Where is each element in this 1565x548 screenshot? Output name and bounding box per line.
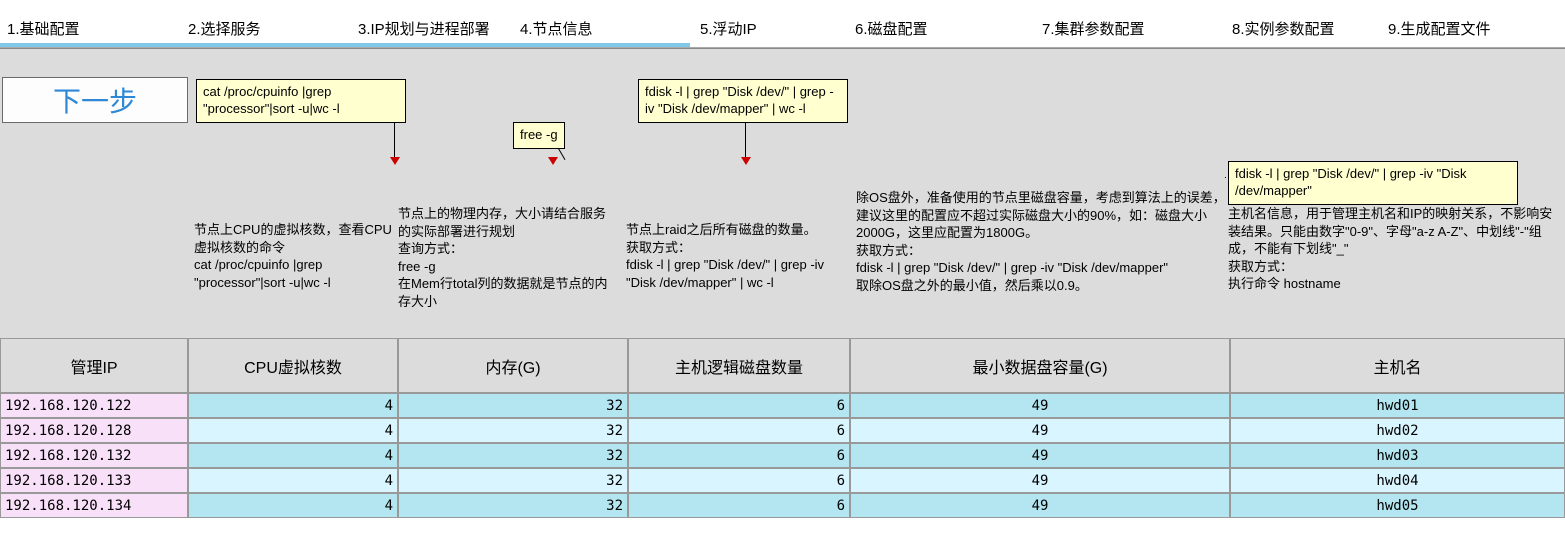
table-row[interactable]: 192.168.120.133 4 32 6 49 hwd04: [0, 468, 1565, 493]
tooltip-cpu-cmd: cat /proc/cpuinfo |grep "processor"|sort…: [196, 79, 406, 123]
tab-4[interactable]: 4.节点信息: [520, 18, 593, 39]
header-cpu: CPU虚拟核数: [188, 338, 398, 393]
cell-cap[interactable]: 49: [850, 493, 1230, 518]
tab-8[interactable]: 8.实例参数配置: [1232, 18, 1335, 39]
cell-host[interactable]: hwd01: [1230, 393, 1565, 418]
tab-3[interactable]: 3.IP规划与进程部署: [358, 18, 490, 39]
table-row[interactable]: 192.168.120.128 4 32 6 49 hwd02: [0, 418, 1565, 443]
table-row[interactable]: 192.168.120.132 4 32 6 49 hwd03: [0, 443, 1565, 468]
tab-5[interactable]: 5.浮动IP: [700, 18, 757, 39]
arrow-stem: [394, 119, 395, 161]
header-ip: 管理IP: [0, 338, 188, 393]
cell-disk[interactable]: 6: [628, 418, 850, 443]
tab-9[interactable]: 9.生成配置文件: [1388, 18, 1491, 39]
tab-2[interactable]: 2.选择服务: [188, 18, 261, 39]
cell-cap[interactable]: 49: [850, 418, 1230, 443]
cell-cpu[interactable]: 4: [188, 493, 398, 518]
desc-cpu: 节点上CPU的虚拟核数，查看CPU虚拟核数的命令 cat /proc/cpuin…: [194, 221, 394, 291]
cell-mem[interactable]: 32: [398, 418, 628, 443]
table-row[interactable]: 192.168.120.134 4 32 6 49 hwd05: [0, 493, 1565, 518]
table-header-row: 管理IP CPU虚拟核数 内存(G) 主机逻辑磁盘数量 最小数据盘容量(G) 主…: [0, 338, 1565, 393]
header-cap: 最小数据盘容量(G): [850, 338, 1230, 393]
arrow-icon: [548, 157, 558, 165]
table-row[interactable]: 192.168.120.122 4 32 6 49 hwd01: [0, 393, 1565, 418]
cell-ip[interactable]: 192.168.120.133: [0, 468, 188, 493]
desc-cap: 除OS盘外，准备使用的节点里磁盘容量，考虑到算法上的误差，建议这里的配置应不超过…: [856, 189, 1228, 294]
cell-disk[interactable]: 6: [628, 393, 850, 418]
cell-cpu[interactable]: 4: [188, 443, 398, 468]
desc-host: 主机名信息，用于管理主机名和IP的映射关系，不影响安装结果。只能由数字"0-9"…: [1228, 205, 1558, 293]
arrow-stem: [1225, 177, 1226, 178]
tooltip-mem-cmd: free -g: [513, 122, 565, 149]
tab-6[interactable]: 6.磁盘配置: [855, 18, 928, 39]
active-tab-underline: [0, 43, 690, 47]
cell-mem[interactable]: 32: [398, 443, 628, 468]
cell-mem[interactable]: 32: [398, 393, 628, 418]
node-table: 管理IP CPU虚拟核数 内存(G) 主机逻辑磁盘数量 最小数据盘容量(G) 主…: [0, 338, 1565, 518]
header-mem: 内存(G): [398, 338, 628, 393]
description-panel: 下一步 cat /proc/cpuinfo |grep "processor"|…: [0, 48, 1565, 338]
cell-disk[interactable]: 6: [628, 493, 850, 518]
cell-mem[interactable]: 32: [398, 493, 628, 518]
cell-host[interactable]: hwd04: [1230, 468, 1565, 493]
cell-ip[interactable]: 192.168.120.122: [0, 393, 188, 418]
cell-mem[interactable]: 32: [398, 468, 628, 493]
arrow-stem: [745, 119, 746, 161]
wizard-tabs: 1.基础配置 2.选择服务 3.IP规划与进程部署 4.节点信息 5.浮动IP …: [0, 0, 1565, 48]
cell-cap[interactable]: 49: [850, 393, 1230, 418]
desc-disk: 节点上raid之后所有磁盘的数量。 获取方式： fdisk -l | grep …: [626, 221, 844, 291]
header-host: 主机名: [1230, 338, 1565, 393]
desc-mem: 节点上的物理内存，大小请结合服务的实际部署进行规划 查询方式： free -g …: [398, 205, 614, 310]
cell-cap[interactable]: 49: [850, 468, 1230, 493]
cell-cpu[interactable]: 4: [188, 468, 398, 493]
cell-ip[interactable]: 192.168.120.132: [0, 443, 188, 468]
cell-ip[interactable]: 192.168.120.128: [0, 418, 188, 443]
cell-host[interactable]: hwd03: [1230, 443, 1565, 468]
cell-disk[interactable]: 6: [628, 468, 850, 493]
tooltip-cap-cmd: fdisk -l | grep "Disk /dev/" | grep -iv …: [1228, 161, 1518, 205]
header-disk: 主机逻辑磁盘数量: [628, 338, 850, 393]
cell-cap[interactable]: 49: [850, 443, 1230, 468]
cell-ip[interactable]: 192.168.120.134: [0, 493, 188, 518]
cell-disk[interactable]: 6: [628, 443, 850, 468]
arrow-icon: [390, 157, 400, 165]
next-step-button[interactable]: 下一步: [2, 77, 188, 123]
tab-1[interactable]: 1.基础配置: [7, 18, 80, 39]
cell-cpu[interactable]: 4: [188, 393, 398, 418]
arrow-icon: [741, 157, 751, 165]
tab-7[interactable]: 7.集群参数配置: [1042, 18, 1145, 39]
cell-host[interactable]: hwd02: [1230, 418, 1565, 443]
cell-cpu[interactable]: 4: [188, 418, 398, 443]
tooltip-disk-cmd: fdisk -l | grep "Disk /dev/" | grep -iv …: [638, 79, 848, 123]
cell-host[interactable]: hwd05: [1230, 493, 1565, 518]
